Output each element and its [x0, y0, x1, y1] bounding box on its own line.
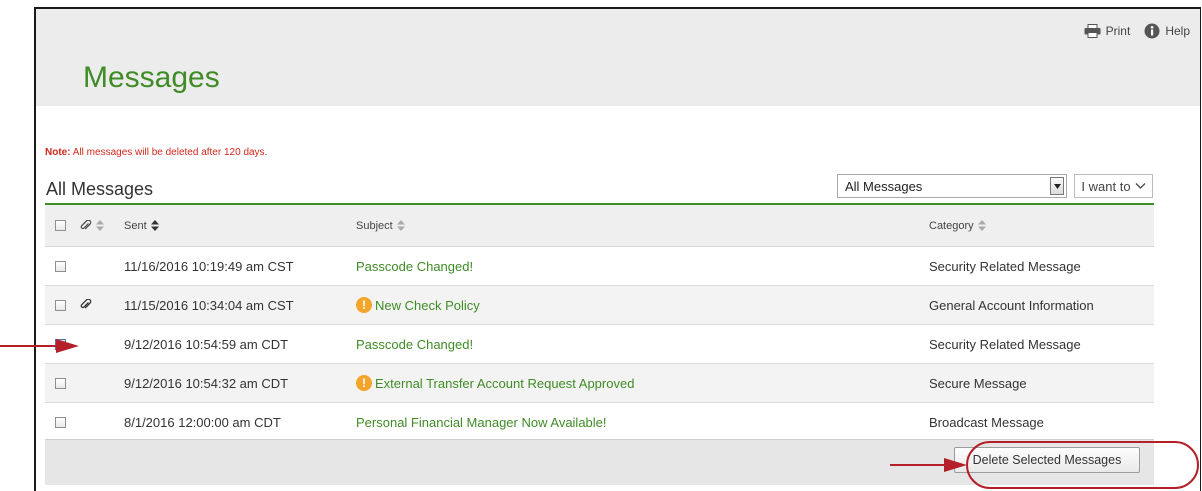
- table-row[interactable]: 8/1/2016 12:00:00 am CDT Personal Financ…: [45, 403, 1154, 442]
- retention-note: Note: All messages will be deleted after…: [45, 147, 267, 158]
- sent-cell: 9/12/2016 10:54:59 am CDT: [124, 336, 289, 352]
- dropdown-arrow-icon[interactable]: [1050, 177, 1064, 195]
- subject-cell: Passcode Changed!: [356, 259, 473, 274]
- category-column-header[interactable]: Category: [929, 220, 986, 232]
- chevron-down-icon: [1135, 183, 1146, 189]
- row-checkbox[interactable]: [55, 377, 66, 389]
- category-cell: Secure Message: [929, 375, 1027, 391]
- subject-header-label: Subject: [356, 219, 393, 232]
- select-all-cell: [55, 220, 66, 231]
- subject-column-header[interactable]: Subject: [356, 220, 405, 232]
- sent-cell: 11/16/2016 10:19:49 am CST: [124, 258, 294, 274]
- sent-cell: 11/15/2016 10:34:04 am CST: [124, 297, 294, 313]
- subject-link[interactable]: Passcode Changed!: [356, 259, 473, 274]
- help-button[interactable]: Help: [1144, 23, 1190, 39]
- message-filter-select[interactable]: All Messages: [837, 174, 1067, 198]
- sent-cell: 9/12/2016 10:54:32 am CDT: [124, 375, 289, 391]
- row-checkbox[interactable]: [55, 260, 66, 272]
- sort-icon: [396, 220, 405, 231]
- attachment-cell: [80, 299, 92, 311]
- subject-cell: Personal Financial Manager Now Available…: [356, 415, 607, 430]
- help-label: Help: [1165, 24, 1190, 38]
- row-select-cell: [55, 416, 66, 428]
- print-button[interactable]: Print: [1084, 24, 1131, 38]
- sent-column-header[interactable]: Sent: [124, 220, 159, 232]
- alert-icon: !: [356, 297, 372, 313]
- table-row[interactable]: 11/15/2016 10:34:04 am CST ! New Check P…: [45, 286, 1154, 325]
- category-cell: General Account Information: [929, 297, 1094, 313]
- top-actions: Print Help: [1084, 23, 1190, 39]
- section-title: All Messages: [46, 179, 154, 199]
- callout-arrow-icon: [0, 339, 79, 353]
- page-title: Messages: [83, 61, 220, 94]
- subject-link[interactable]: Passcode Changed!: [356, 337, 473, 352]
- i-want-to-label: I want to: [1081, 178, 1131, 194]
- note-text: All messages will be deleted after 120 d…: [70, 147, 268, 158]
- sort-icon: [96, 220, 104, 231]
- i-want-to-menu[interactable]: I want to: [1074, 174, 1153, 198]
- table-row[interactable]: 11/16/2016 10:19:49 am CST Passcode Chan…: [45, 247, 1154, 286]
- subject-cell: Passcode Changed!: [356, 337, 473, 352]
- filter-value: All Messages: [845, 178, 923, 194]
- sort-icon: [977, 220, 986, 231]
- table-row[interactable]: 9/12/2016 10:54:32 am CDT ! External Tra…: [45, 364, 1154, 403]
- print-label: Print: [1105, 24, 1131, 38]
- row-checkbox[interactable]: [55, 416, 66, 428]
- category-cell: Broadcast Message: [929, 414, 1044, 430]
- attachment-column-header[interactable]: [80, 219, 104, 232]
- table-header: Sent Subject Category: [45, 205, 1154, 247]
- row-select-cell: [55, 377, 66, 389]
- row-select-cell: [55, 260, 66, 272]
- category-cell: Security Related Message: [929, 258, 1081, 274]
- category-header-label: Category: [929, 219, 974, 232]
- paperclip-icon: [80, 299, 92, 309]
- row-checkbox[interactable]: [55, 299, 66, 311]
- subject-cell: ! External Transfer Account Request Appr…: [356, 375, 634, 391]
- messages-table: Sent Subject Category 11/16/2016 10:19:4…: [45, 205, 1154, 442]
- select-all-checkbox[interactable]: [55, 220, 66, 231]
- paperclip-icon: [80, 219, 92, 229]
- callout-arrow-icon: [890, 458, 967, 472]
- callout-highlight-ellipse: [966, 441, 1199, 489]
- subject-link[interactable]: External Transfer Account Request Approv…: [375, 376, 634, 391]
- info-icon: [1144, 23, 1160, 39]
- sent-header-label: Sent: [124, 219, 147, 232]
- sort-active-icon: [150, 220, 159, 231]
- note-prefix: Note:: [45, 147, 71, 158]
- sent-cell: 8/1/2016 12:00:00 am CDT: [124, 414, 281, 430]
- subject-link[interactable]: Personal Financial Manager Now Available…: [356, 415, 607, 430]
- alert-icon: !: [356, 375, 372, 391]
- page-header: Print Help Messages: [36, 9, 1200, 106]
- category-cell: Security Related Message: [929, 336, 1081, 352]
- printer-icon: [1084, 24, 1101, 38]
- row-select-cell: [55, 299, 66, 311]
- subject-link[interactable]: New Check Policy: [375, 298, 480, 313]
- table-row[interactable]: 9/12/2016 10:54:59 am CDT Passcode Chang…: [45, 325, 1154, 364]
- subject-cell: ! New Check Policy: [356, 297, 480, 313]
